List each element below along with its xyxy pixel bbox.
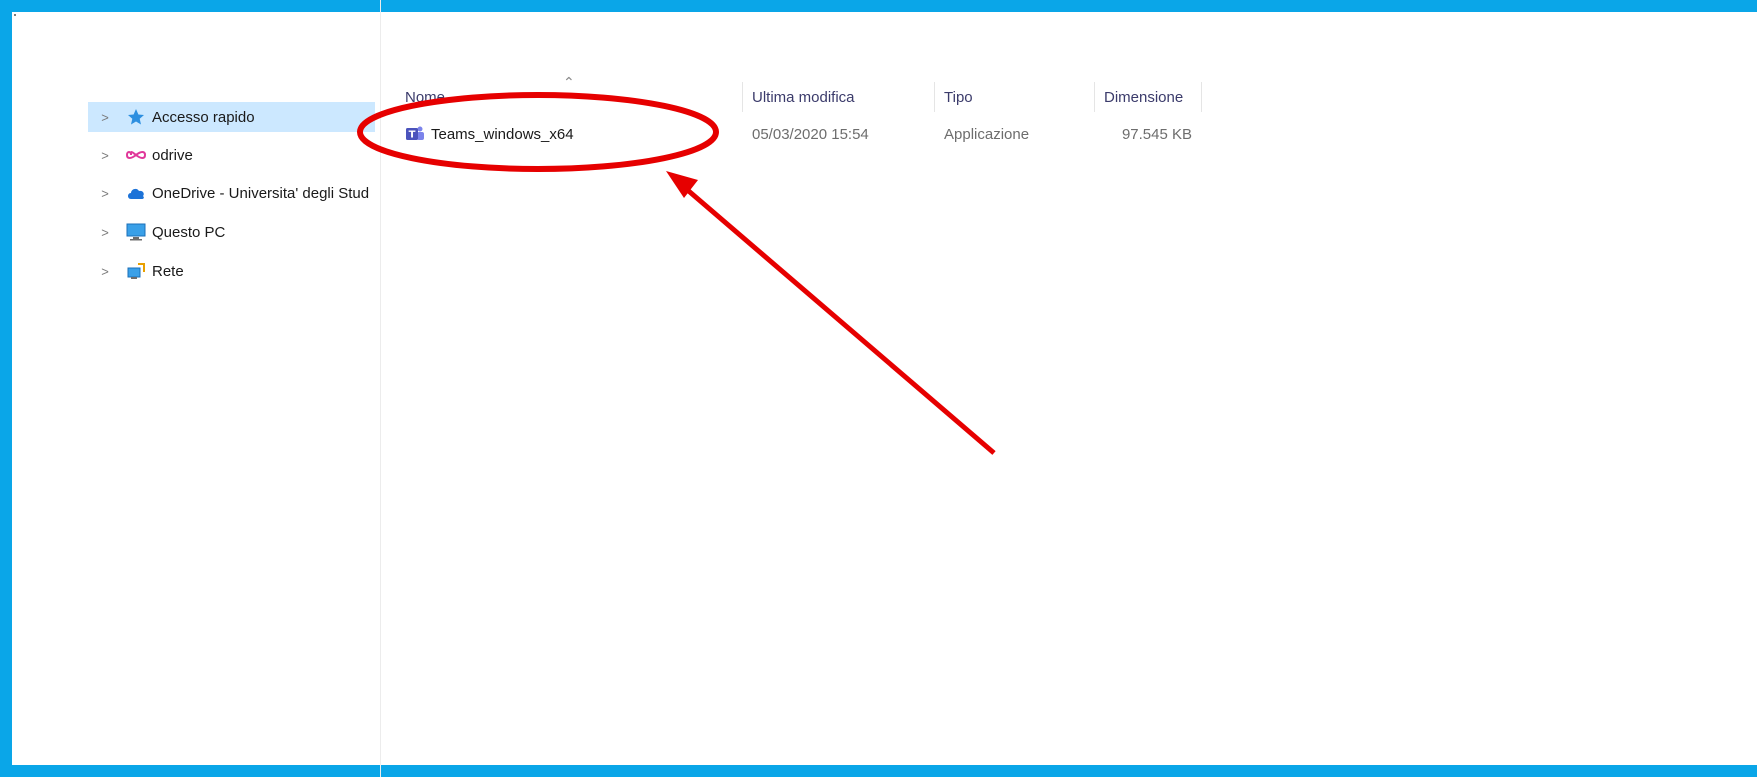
- column-header-label: Nome: [405, 88, 446, 106]
- file-row-name[interactable]: T Teams_windows_x64: [405, 119, 574, 149]
- computer-icon: [126, 222, 146, 242]
- file-type: Applicazione: [944, 125, 1030, 143]
- nav-item-accesso-rapido[interactable]: > Accesso rapido: [88, 102, 375, 132]
- nav-item-label: Questo PC: [152, 223, 226, 241]
- column-header-modified[interactable]: Ultima modifica: [743, 82, 935, 112]
- file-size: 97.545 KB: [1121, 125, 1192, 143]
- column-header-type[interactable]: Tipo: [935, 82, 1095, 112]
- nav-item-onedrive[interactable]: > OneDrive - Universita' degli Stud: [88, 178, 378, 208]
- star-icon: [126, 107, 146, 127]
- file-row-type: Applicazione: [944, 119, 1029, 149]
- file-name: Teams_windows_x64: [431, 125, 574, 143]
- column-header-name[interactable]: Nome: [396, 82, 743, 112]
- nav-item-label: odrive: [152, 146, 193, 164]
- column-header-label: Dimensione: [1104, 88, 1184, 106]
- nav-item-questo-pc[interactable]: > Questo PC: [88, 217, 225, 247]
- chevron-right-icon[interactable]: >: [98, 148, 112, 163]
- nav-item-label: Accesso rapido: [152, 108, 255, 126]
- nav-item-odrive[interactable]: > odrive: [88, 140, 193, 170]
- navigation-pane: > Accesso rapido > odrive > OneDrive - U…: [0, 0, 381, 777]
- file-modified: 05/03/2020 15:54: [752, 125, 869, 143]
- nav-item-label: Rete: [152, 262, 184, 280]
- column-header-size[interactable]: Dimensione: [1095, 82, 1202, 112]
- chevron-right-icon[interactable]: >: [98, 110, 112, 125]
- column-header-label: Tipo: [944, 88, 973, 106]
- infinity-icon: [126, 145, 146, 165]
- chevron-right-icon[interactable]: >: [98, 225, 112, 240]
- nav-item-rete[interactable]: > Rete: [88, 256, 184, 286]
- column-header-label: Ultima modifica: [752, 88, 855, 106]
- network-icon: [126, 261, 146, 281]
- file-row-size: 97.545 KB: [1095, 119, 1192, 149]
- file-row-modified: 05/03/2020 15:54: [752, 119, 869, 149]
- svg-text:T: T: [409, 130, 416, 141]
- cloud-icon: [126, 183, 146, 203]
- teams-icon: T: [405, 125, 425, 143]
- chevron-right-icon[interactable]: >: [98, 264, 112, 279]
- nav-item-label: OneDrive - Universita' degli Stud: [152, 184, 370, 202]
- chevron-right-icon[interactable]: >: [98, 186, 112, 201]
